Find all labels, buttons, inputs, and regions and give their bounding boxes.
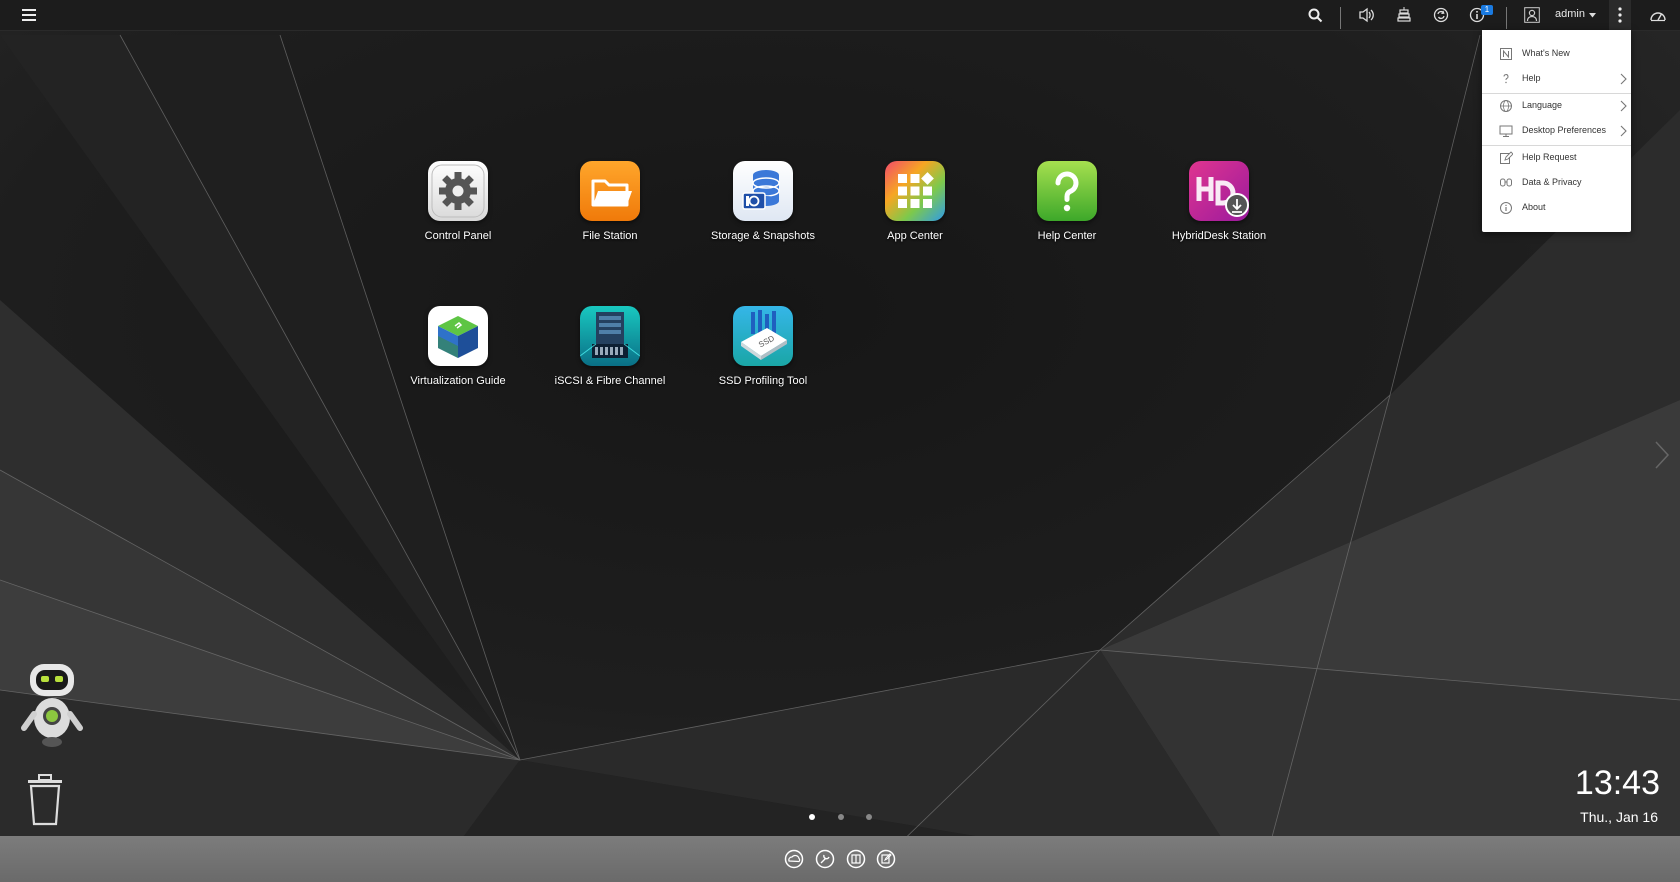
grid-icon: [885, 161, 945, 221]
menu-item-language[interactable]: Language: [1482, 94, 1631, 118]
edit-icon: [1500, 151, 1513, 164]
app-help-center[interactable]: Help Center: [992, 161, 1142, 271]
info-icon: [1500, 202, 1512, 214]
next-page-arrow-icon[interactable]: [1654, 440, 1670, 470]
menu-item-about[interactable]: About: [1482, 196, 1631, 220]
monitor-icon: [1499, 125, 1513, 137]
user-icon[interactable]: [1521, 0, 1543, 30]
menu-item-label: Data & Privacy: [1522, 177, 1582, 187]
dashboard-icon[interactable]: [1646, 0, 1670, 30]
question-icon: [1037, 161, 1097, 221]
desktop[interactable]: 1 admin What's New Help Language Desktop…: [0, 0, 1680, 882]
app-label: Virtualization Guide: [410, 375, 506, 387]
robot-assistant-icon[interactable]: [20, 662, 95, 752]
app-control-panel[interactable]: Control Panel: [383, 161, 533, 271]
page-dot-2[interactable]: [838, 814, 844, 820]
menu-item-label: Desktop Preferences: [1522, 125, 1607, 135]
gear-icon: [428, 161, 488, 221]
myqnapcloud-icon[interactable]: [784, 849, 804, 869]
volume-icon[interactable]: [1356, 0, 1378, 30]
menu-item-desktop-preferences[interactable]: Desktop Preferences: [1482, 119, 1631, 143]
chevron-right-icon: [1620, 73, 1627, 85]
multi-window-icon[interactable]: [846, 849, 866, 869]
database-icon: [733, 161, 793, 221]
toolbar-separator: [1340, 7, 1341, 29]
menu-item-label: About: [1522, 202, 1546, 212]
app-label: SSD Profiling Tool: [718, 375, 808, 387]
page-dot-3[interactable]: [866, 814, 872, 820]
menu-item-whats-new[interactable]: What's New: [1482, 42, 1631, 66]
globe-icon: [1500, 100, 1512, 112]
chevron-down-icon[interactable]: [1587, 0, 1597, 30]
sync-icon[interactable]: [1430, 0, 1452, 30]
app-ssd-profiling-tool[interactable]: SSD SSD Profiling Tool: [688, 306, 838, 416]
chevron-right-icon: [1620, 100, 1627, 112]
app-app-center[interactable]: App Center: [840, 161, 990, 271]
background-tasks-icon[interactable]: [1393, 0, 1415, 30]
whats-new-icon: [1500, 48, 1512, 60]
user-name-dropdown[interactable]: admin: [1555, 8, 1585, 20]
app-label: HybridDesk Station: [1171, 230, 1267, 242]
menu-item-label: Language: [1522, 100, 1563, 110]
menu-item-label: Help: [1522, 73, 1541, 83]
clock-time: 13:43: [1574, 764, 1660, 802]
app-label: Storage & Snapshots: [711, 230, 815, 242]
page-dot-1[interactable]: [809, 814, 815, 820]
server-rack-icon: [580, 306, 640, 366]
folder-icon: [580, 161, 640, 221]
notification-badge: 1: [1481, 5, 1493, 15]
menu-item-help[interactable]: Help: [1482, 67, 1631, 91]
menu-item-label: Help Request: [1522, 152, 1577, 162]
ssd-icon: SSD: [733, 306, 793, 366]
app-label: File Station: [582, 230, 638, 242]
privacy-icon: [1500, 178, 1512, 187]
top-bar: 1 admin: [0, 0, 1680, 31]
trash-icon[interactable]: [24, 772, 66, 827]
app-file-station[interactable]: File Station: [535, 161, 685, 271]
notes-icon[interactable]: [876, 849, 896, 869]
app-iscsi-fibre-channel[interactable]: iSCSI & Fibre Channel: [535, 306, 685, 416]
more-options-icon[interactable]: [1609, 0, 1631, 30]
bottom-dock: [0, 836, 1680, 882]
desktop-wallpaper: [0, 0, 1680, 882]
hd-icon: [1189, 161, 1249, 221]
menu-item-data-privacy[interactable]: Data & Privacy: [1482, 171, 1631, 195]
more-options-menu: What's New Help Language Desktop Prefere…: [1482, 30, 1631, 232]
chevron-right-icon: [1620, 125, 1627, 137]
help-icon: [1503, 74, 1509, 84]
tools-icon[interactable]: [815, 849, 835, 869]
app-storage-snapshots[interactable]: Storage & Snapshots: [688, 161, 838, 271]
search-icon[interactable]: [1304, 0, 1326, 30]
menu-item-help-request[interactable]: Help Request: [1482, 146, 1631, 170]
app-virtualization-guide[interactable]: Virtualization Guide: [383, 306, 533, 416]
menu-icon[interactable]: [18, 0, 40, 30]
clock-date: Thu., Jan 16: [1580, 809, 1658, 825]
menu-item-label: What's New: [1522, 48, 1570, 58]
app-hybriddesk-station[interactable]: HybridDesk Station: [1144, 161, 1294, 271]
app-label: Help Center: [1037, 230, 1097, 242]
toolbar-separator: [1506, 7, 1507, 29]
app-label: iSCSI & Fibre Channel: [554, 375, 666, 387]
app-label: Control Panel: [424, 230, 492, 242]
cube-icon: [428, 306, 488, 366]
app-label: App Center: [887, 230, 943, 242]
